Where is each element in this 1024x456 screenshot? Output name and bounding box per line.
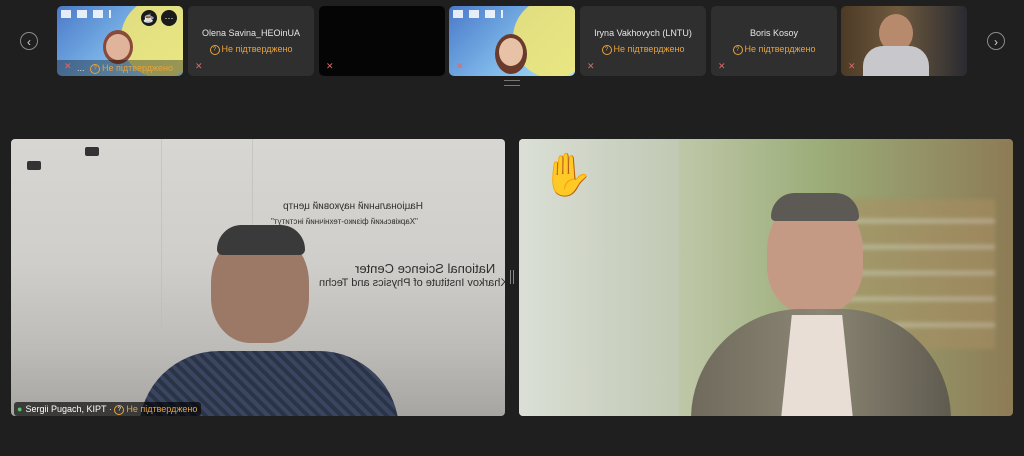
strip-resize-handle[interactable]	[504, 80, 520, 86]
mic-off-icon: ✕	[587, 61, 595, 71]
participant-name: Olena Savina_HEOinUA	[201, 28, 301, 38]
more-options-icon[interactable]: ⋯	[161, 10, 177, 26]
mic-off-icon: ✕	[456, 61, 464, 71]
ceiling-spotlight	[27, 161, 41, 170]
wall-text: National Science Center	[355, 261, 496, 276]
question-icon: ?	[90, 63, 101, 74]
previous-page-button[interactable]: ‹	[20, 32, 38, 50]
question-icon: ?	[732, 44, 743, 55]
main-video-right[interactable]: ✋	[519, 139, 1013, 416]
wall-text: "Kharkov Institute of Physics and Techn	[319, 277, 505, 289]
participant-status: ? Не підтверджено	[188, 44, 314, 55]
participant-tile[interactable]: ✕	[449, 6, 575, 76]
chevron-left-icon: ‹	[27, 35, 31, 49]
split-resize-handle[interactable]	[510, 270, 514, 284]
question-icon: ?	[209, 44, 220, 55]
ceiling-spotlight	[85, 147, 99, 156]
participant-hair	[217, 225, 305, 255]
main-video-left[interactable]: Національний науковий центр "Харківський…	[11, 139, 505, 416]
mic-on-icon: ●	[17, 404, 23, 414]
mic-off-icon: ✕	[326, 61, 334, 71]
participant-tile[interactable]: Olena Savina_HEOinUA ? Не підтверджено ✕	[188, 6, 314, 76]
poster-logos	[61, 10, 111, 18]
participant-status: ? Не підтверджено	[580, 44, 706, 55]
question-icon: ?	[601, 44, 612, 55]
mic-off-icon: ✕	[848, 61, 856, 71]
raised-hand-icon: ✋	[541, 151, 594, 198]
participant-name: Iryna Vakhovych (LNTU)	[594, 28, 692, 38]
participant-shirt	[781, 315, 853, 416]
coffee-icon[interactable]: ☕	[141, 10, 157, 26]
next-page-button[interactable]: ›	[987, 32, 1005, 50]
participant-tile[interactable]: Iryna Vakhovych (LNTU) ? Не підтверджено …	[580, 6, 706, 76]
poster-logos	[453, 10, 503, 18]
wall-text: "Харківський фізико-технічний інститут"	[271, 217, 418, 226]
participant-hair	[771, 193, 859, 221]
participant-tile[interactable]: ✕	[841, 6, 967, 76]
participant-tile[interactable]: ✕	[319, 6, 445, 76]
mic-off-icon: ✕	[64, 61, 72, 71]
participant-name: Sergii Pugach, KIPT	[25, 404, 107, 414]
wall-text: Національний науковий центр	[283, 201, 424, 212]
participant-status: ? Не підтверджено	[711, 44, 837, 55]
participant-tile[interactable]: ☕ ⋯ ... ? Не підтверджено ✕	[57, 6, 183, 76]
question-icon: ?	[114, 404, 125, 415]
participant-status: Не підтверджено	[126, 404, 198, 414]
participant-name-label: ● Sergii Pugach, KIPT · ? Не підтверджено	[14, 402, 202, 416]
participant-tile[interactable]: Boris Kosoy ? Не підтверджено ✕	[711, 6, 837, 76]
mic-off-icon: ✕	[718, 61, 726, 71]
mic-off-icon: ✕	[195, 61, 203, 71]
participant-name: Boris Kosoy	[749, 28, 799, 38]
chevron-right-icon: ›	[994, 35, 998, 49]
